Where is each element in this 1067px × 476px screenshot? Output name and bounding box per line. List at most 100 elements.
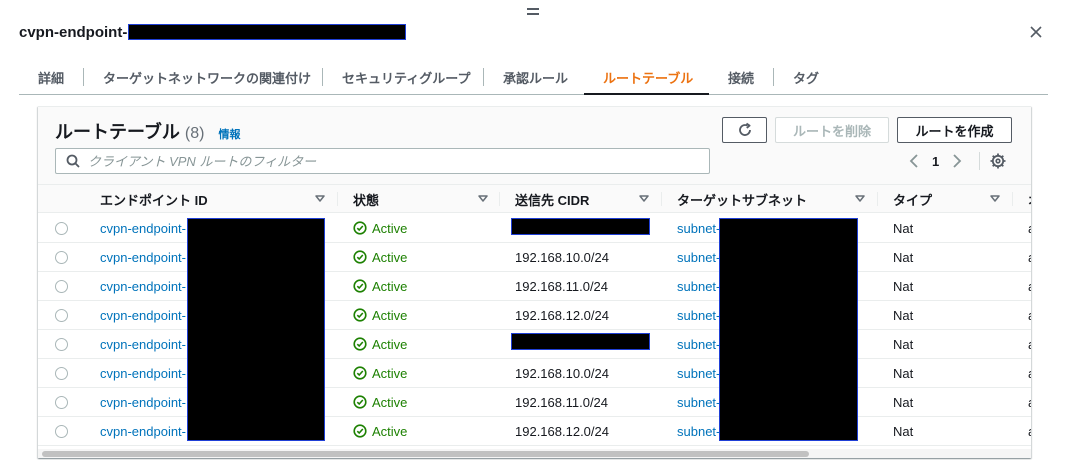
row-select[interactable]: [55, 301, 68, 329]
filter-input[interactable]: [88, 153, 688, 169]
row-select[interactable]: [55, 214, 68, 242]
column-header-label: 送信先 CIDR: [515, 192, 590, 208]
column-header-3[interactable]: ターゲットサブネット: [677, 185, 807, 213]
tab-2[interactable]: セキュリティグループ: [323, 60, 484, 94]
row-select[interactable]: [55, 330, 68, 358]
container-header: ルートテーブル (8) 情報 ルートを削除 ルートを作成 クライアント VPN …: [38, 107, 1031, 185]
tab-3[interactable]: 承認ルール: [484, 60, 584, 94]
redacted-endpoint-column: [187, 218, 325, 441]
info-link[interactable]: 情報: [218, 126, 240, 142]
row-select[interactable]: [55, 272, 68, 300]
row-radio[interactable]: [55, 308, 68, 322]
column-header-0[interactable]: エンドポイント ID: [100, 185, 208, 213]
column-header-5[interactable]: オ: [1028, 185, 1031, 213]
close-icon: [1030, 26, 1042, 38]
column-header-2[interactable]: 送信先 CIDR: [515, 185, 589, 213]
status-cell: Active: [353, 330, 407, 358]
redacted-endpoint-id: [128, 24, 407, 40]
close-button[interactable]: [1026, 22, 1046, 42]
caret-down-icon[interactable]: [855, 195, 865, 203]
page-number[interactable]: 1: [932, 154, 939, 169]
endpoint-id-link[interactable]: cvpn-endpoint-: [100, 417, 186, 445]
prev-page-button[interactable]: [904, 151, 924, 171]
tab-6[interactable]: タグ: [774, 60, 840, 94]
status-cell: Active: [353, 359, 407, 387]
search-icon: [66, 154, 80, 168]
gear-icon[interactable]: [989, 152, 1007, 170]
redacted-subnet-column: [719, 218, 858, 441]
tab-1[interactable]: ターゲットネットワークの関連付け: [84, 60, 323, 94]
tab-label: ターゲットネットワークの関連付け: [103, 70, 312, 86]
row-select[interactable]: [55, 243, 68, 271]
delete-route-button[interactable]: ルートを削除: [775, 117, 889, 143]
endpoint-id-link[interactable]: cvpn-endpoint-: [100, 214, 186, 242]
endpoint-id-link[interactable]: cvpn-endpoint-: [100, 243, 186, 271]
column-divider: [499, 192, 500, 206]
tab-5[interactable]: 接続: [709, 60, 774, 94]
row-radio[interactable]: [55, 221, 68, 235]
endpoint-id-link[interactable]: cvpn-endpoint-: [100, 272, 186, 300]
target-subnet-link[interactable]: subnet-: [677, 243, 720, 271]
caret-down-icon[interactable]: [639, 195, 649, 203]
detail-tabs: 詳細 ターゲットネットワークの関連付け セキュリティグループ 承認ルール ルートテーブル…: [19, 60, 1048, 95]
status-text: Active: [372, 307, 408, 323]
endpoint-id-link[interactable]: cvpn-endpoint-: [100, 388, 186, 416]
pagination-divider: [979, 152, 981, 170]
column-divider: [661, 192, 662, 206]
refresh-button[interactable]: [722, 117, 767, 143]
target-subnet-link[interactable]: subnet-: [677, 301, 720, 329]
row-radio[interactable]: [55, 424, 68, 438]
target-subnet-link[interactable]: subnet-: [677, 359, 720, 387]
column-header-label: タイプ: [893, 192, 933, 208]
status-cell: Active: [353, 417, 407, 445]
row-select[interactable]: [55, 417, 68, 445]
resize-handle[interactable]: [527, 8, 539, 18]
target-subnet-link[interactable]: subnet-: [677, 214, 720, 242]
column-header-label: エンドポイント ID: [100, 192, 208, 208]
route-type: Nat: [893, 307, 914, 323]
status-cell: Active: [353, 243, 407, 271]
target-subnet-link[interactable]: subnet-: [677, 330, 720, 358]
row-radio[interactable]: [55, 250, 68, 264]
dialog-title: cvpn-endpoint-: [19, 22, 407, 42]
row-select[interactable]: [55, 388, 68, 416]
horizontal-scrollbar[interactable]: [38, 449, 1031, 458]
column-header-4[interactable]: タイプ: [893, 185, 932, 213]
caret-down-icon[interactable]: [315, 195, 325, 203]
endpoint-id-link[interactable]: cvpn-endpoint-: [100, 301, 186, 329]
caret-down-icon[interactable]: [990, 195, 1000, 203]
filter-search: [55, 148, 710, 174]
row-radio[interactable]: [55, 366, 68, 380]
route-type: Nat: [893, 278, 914, 294]
redacted-cidr-row-5: [511, 333, 650, 350]
row-radio[interactable]: [55, 395, 68, 409]
refresh-icon: [738, 122, 751, 136]
next-page-button[interactable]: [947, 151, 967, 171]
route-origin: a: [1028, 388, 1031, 416]
route-type: Nat: [893, 394, 914, 410]
row-select[interactable]: [55, 359, 68, 387]
status-text: Active: [372, 249, 408, 265]
target-subnet-link[interactable]: subnet-: [677, 272, 720, 300]
route-origin: a: [1028, 272, 1031, 300]
scrollbar-thumb[interactable]: [42, 451, 809, 457]
check-circle-icon: [353, 250, 367, 264]
row-radio[interactable]: [55, 337, 68, 351]
target-subnet-link[interactable]: subnet-: [677, 417, 720, 445]
column-divider: [337, 192, 338, 206]
endpoint-id-link[interactable]: cvpn-endpoint-: [100, 359, 186, 387]
status-cell: Active: [353, 214, 407, 242]
tab-label: セキュリティグループ: [342, 70, 471, 86]
endpoint-id-link[interactable]: cvpn-endpoint-: [100, 330, 186, 358]
tab-0[interactable]: 詳細: [19, 60, 84, 94]
route-type: Nat: [893, 336, 914, 352]
tab-4[interactable]: ルートテーブル: [584, 60, 709, 95]
destination-cidr: 192.168.10.0/24: [515, 365, 609, 381]
column-header-1[interactable]: 状態: [353, 185, 379, 213]
caret-down-icon[interactable]: [478, 195, 488, 203]
destination-cidr: 192.168.12.0/24: [515, 307, 609, 323]
target-subnet-link[interactable]: subnet-: [677, 388, 720, 416]
create-route-button[interactable]: ルートを作成: [897, 117, 1012, 143]
status-cell: Active: [353, 272, 407, 300]
row-radio[interactable]: [55, 279, 68, 293]
